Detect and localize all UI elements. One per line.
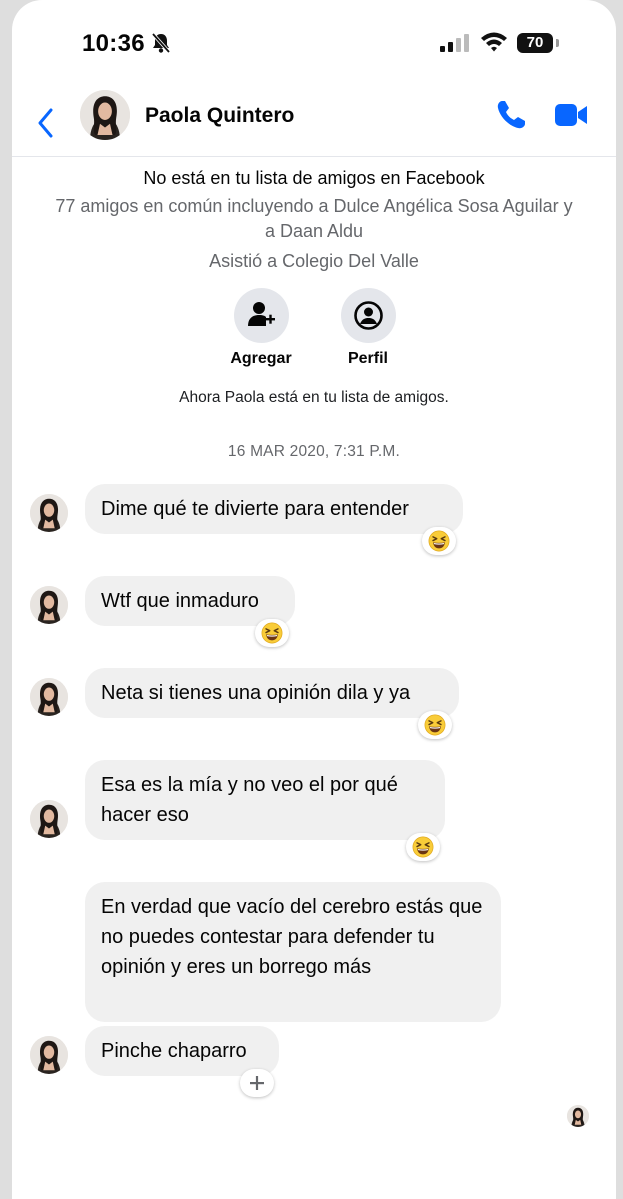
laughing-squint-emoji-icon — [261, 622, 283, 644]
school-text: Asistió a Colegio Del Valle — [209, 251, 419, 271]
sender-avatar[interactable] — [30, 494, 68, 532]
phone-call-icon[interactable] — [494, 98, 528, 132]
battery-tip — [556, 39, 559, 47]
add-person-icon — [247, 302, 275, 326]
message-bubble[interactable]: Wtf que inmaduro — [85, 576, 295, 626]
message-bubble[interactable]: Esa es la mía y no veo el por qué hacer … — [85, 760, 445, 840]
laughing-squint-emoji-icon — [412, 836, 434, 858]
sender-avatar[interactable] — [30, 1036, 68, 1074]
plus-icon — [250, 1076, 264, 1090]
messenger-screen: 10:36 70 Paola Quintero No está en tu li… — [12, 0, 616, 1199]
sender-avatar[interactable] — [30, 678, 68, 716]
status-bar: 10:36 70 — [12, 0, 616, 80]
contact-avatar[interactable] — [80, 90, 130, 140]
add-friend-label: Agregar — [230, 350, 292, 367]
message-bubble[interactable]: En verdad que vacío del cerebro estás qu… — [85, 882, 501, 1022]
reaction-badge[interactable] — [406, 833, 440, 861]
reaction-badge[interactable] — [255, 619, 289, 647]
battery-indicator: 70 — [517, 33, 553, 53]
wifi-icon — [481, 32, 507, 52]
add-reaction-button[interactable] — [240, 1069, 274, 1097]
reaction-badge[interactable] — [418, 711, 452, 739]
conversation-header: Paola Quintero — [12, 88, 616, 157]
add-friend-button[interactable]: Agregar — [216, 288, 306, 368]
profile-info: No está en tu lista de amigos en Faceboo… — [12, 166, 616, 273]
mutual-friends-text: 77 amigos en común incluyendo a Dulce An… — [55, 196, 573, 241]
profile-button[interactable]: Perfil — [323, 288, 413, 368]
message-bubble[interactable]: Dime qué te divierte para entender — [85, 484, 463, 534]
read-receipt-avatar — [567, 1105, 589, 1127]
reaction-badge[interactable] — [422, 527, 456, 555]
sender-avatar[interactable] — [30, 800, 68, 838]
friendship-notice: Ahora Paola está en tu lista de amigos. — [179, 389, 449, 406]
profile-label: Perfil — [347, 350, 388, 367]
add-friend-circle — [233, 288, 289, 343]
profile-icon — [353, 301, 383, 330]
video-call-icon[interactable] — [554, 102, 588, 128]
bell-slash-icon — [151, 32, 171, 54]
message-timestamp: 16 MAR 2020, 7:31 P.M. — [227, 443, 401, 460]
cellular-signal-icon — [440, 34, 469, 52]
status-time: 10:36 — [82, 30, 145, 57]
contact-name[interactable]: Paola Quintero — [145, 104, 294, 128]
back-chevron-icon[interactable] — [34, 106, 58, 140]
sender-avatar[interactable] — [30, 586, 68, 624]
profile-circle — [340, 288, 396, 343]
laughing-squint-emoji-icon — [424, 714, 446, 736]
message-bubble[interactable]: Neta si tienes una opinión dila y ya — [85, 668, 459, 718]
laughing-squint-emoji-icon — [428, 530, 450, 552]
not-friend-text: No está en tu lista de amigos en Faceboo… — [143, 168, 485, 188]
